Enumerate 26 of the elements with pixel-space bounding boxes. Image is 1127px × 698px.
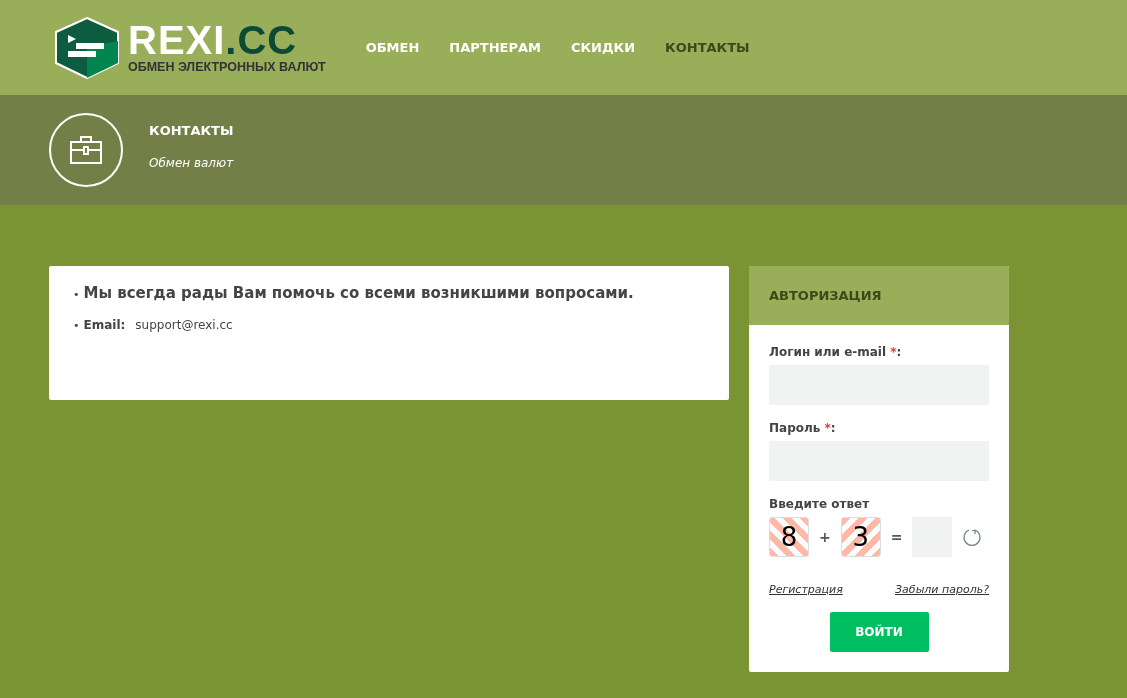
field-label: Пароль *:: [769, 421, 837, 435]
bullet: •: [73, 319, 80, 332]
forgot-password-link[interactable]: Забыли пароль?: [895, 583, 989, 596]
briefcase-icon: [49, 113, 123, 187]
bullet: •: [73, 288, 80, 301]
field-label: Логин или e-mail *:: [769, 345, 903, 359]
email-label: Email:: [83, 318, 126, 332]
captcha-label: Введите ответ: [769, 497, 871, 511]
nav-link[interactable]: ПАРТНЕРАМ: [449, 40, 541, 55]
captcha-digit: 8: [769, 517, 809, 557]
refresh-icon[interactable]: [962, 527, 983, 547]
page-subtitle: Обмен валют: [149, 155, 234, 170]
register-link[interactable]: Регистрация: [769, 583, 843, 596]
nav-link[interactable]: ОБМЕН: [365, 40, 420, 55]
nav-link[interactable]: КОНТАКТЫ: [665, 40, 750, 55]
login-title: АВТОРИЗАЦИЯ: [749, 266, 1009, 325]
login-button[interactable]: ВОЙТИ: [829, 612, 929, 652]
page-title: КОНТАКТЫ: [149, 122, 234, 138]
logo-wordmark: REXI.CC: [128, 21, 299, 58]
plus-sign: +: [819, 529, 831, 545]
equals-sign: =: [890, 529, 903, 545]
captcha-digit: 3: [840, 517, 881, 557]
contact-message: Мы всегда рады Вам помочь со всеми возникшими вопросами.: [83, 284, 634, 302]
email-address: support@rexi.cc: [135, 318, 233, 332]
nav-link[interactable]: СКИДКИ: [570, 40, 636, 55]
logo-tagline: ОБМЕН ЭЛЕКТРОННЫХ ВАЛЮТ: [128, 59, 326, 74]
